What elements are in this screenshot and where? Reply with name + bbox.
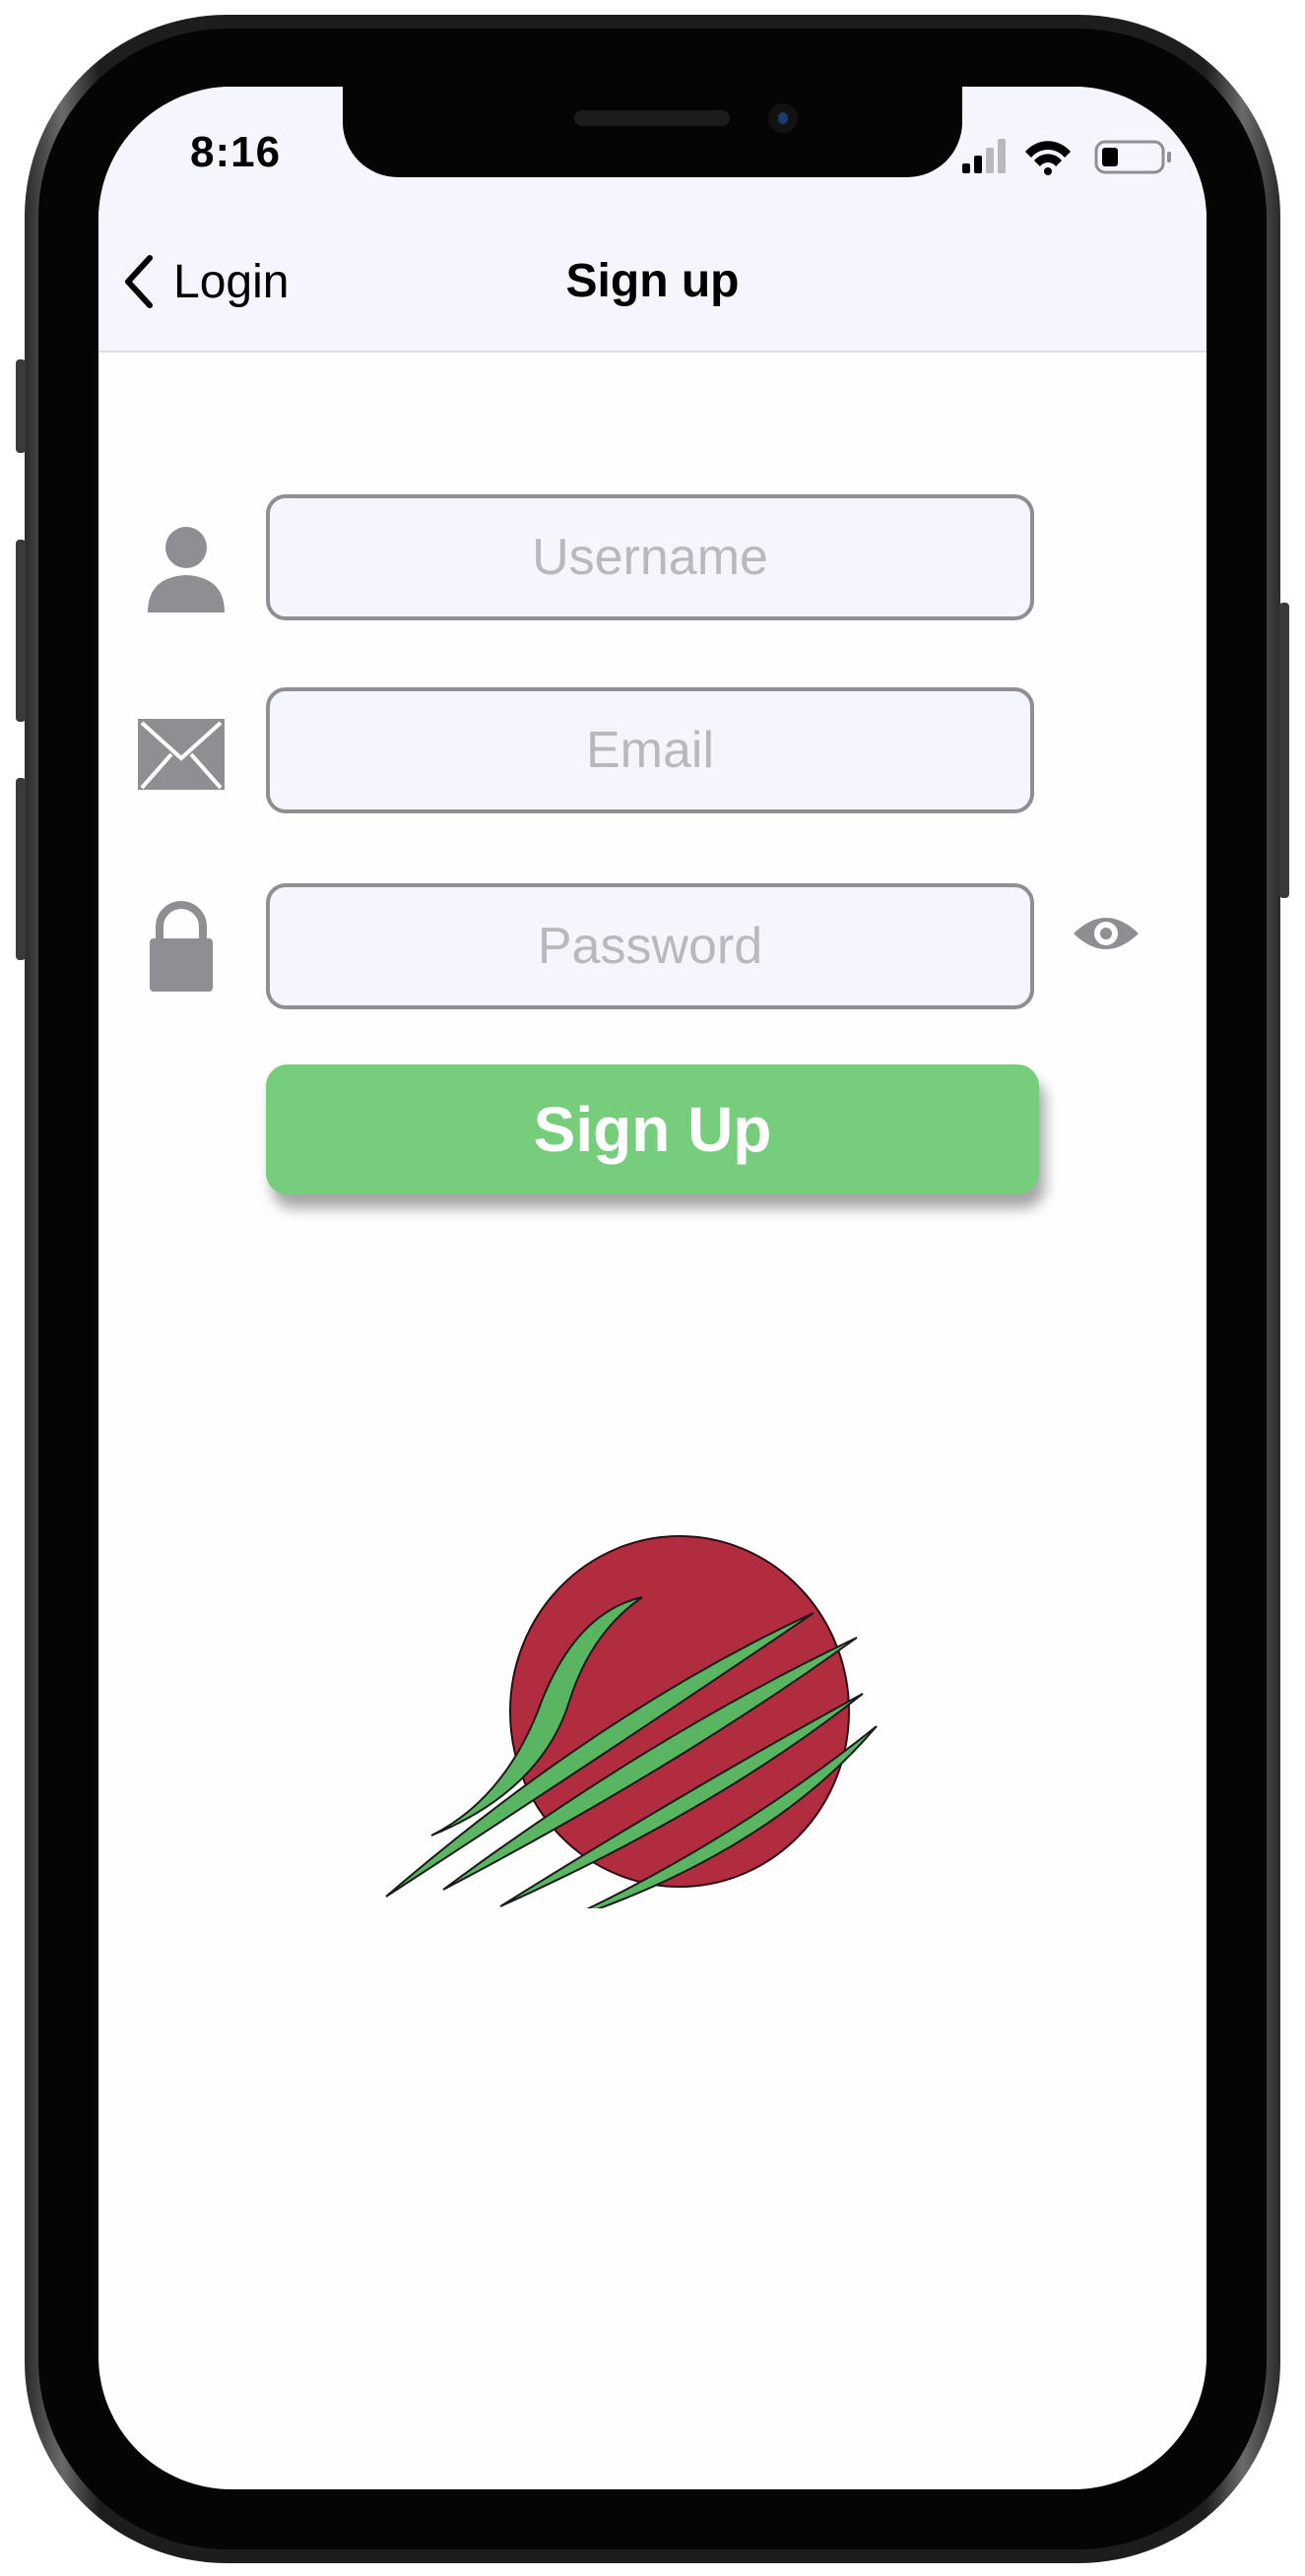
app-screen: 8:16 Login Sign up Username Email Sign U… [98, 87, 1207, 2489]
status-time: 8:16 [190, 128, 282, 176]
page-title: Sign up [565, 255, 740, 307]
front-camera [768, 103, 798, 133]
app-logo [385, 1535, 878, 1908]
mute-switch [16, 359, 26, 453]
lock-icon [150, 901, 213, 992]
envelope-icon [138, 719, 225, 790]
speaker-grille [574, 110, 730, 126]
eye-icon[interactable] [1072, 910, 1141, 957]
battery-icon [1094, 140, 1171, 174]
person-icon [148, 527, 225, 612]
power-button [1279, 603, 1289, 898]
email-field[interactable] [266, 687, 1034, 813]
username-field[interactable] [266, 494, 1034, 620]
sign-up-button[interactable]: Sign Up [266, 1064, 1039, 1194]
status-icons [962, 139, 1171, 175]
password-field[interactable] [266, 883, 1034, 1009]
wifi-icon [1025, 141, 1071, 175]
cellular-signal-icon [962, 139, 1006, 173]
volume-down-button [16, 778, 26, 960]
volume-up-button [16, 540, 26, 722]
notch [343, 87, 962, 177]
